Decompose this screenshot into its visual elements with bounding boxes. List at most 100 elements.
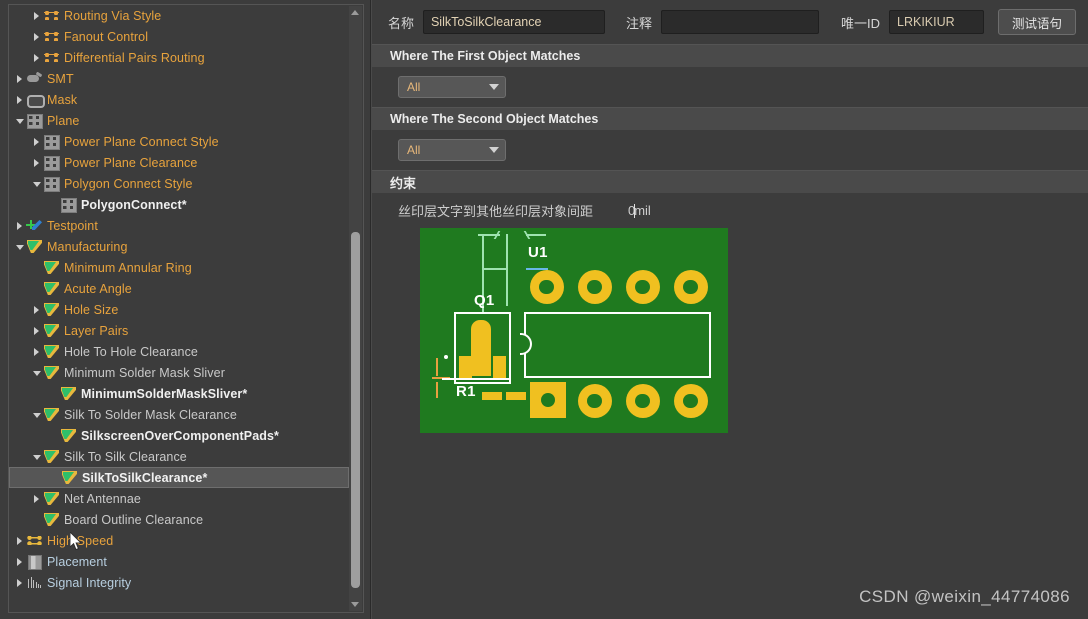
- expand-triangle-icon[interactable]: [30, 341, 43, 362]
- constraint-value-text: 0mil: [627, 203, 651, 218]
- tree-item-silk-to-solder-mask-clearance[interactable]: Silk To Solder Mask Clearance: [9, 404, 349, 425]
- rules-editor-window: Routing Via Style Fanout Control Different…: [0, 0, 1088, 619]
- tree-item-high-speed[interactable]: High Speed: [9, 530, 349, 551]
- expand-triangle-icon[interactable]: [30, 152, 43, 173]
- watermark-text: CSDN @weixin_44774086: [859, 587, 1070, 606]
- first-object-scope-select[interactable]: All: [397, 76, 506, 98]
- tree-item-label: Hole Size: [64, 302, 119, 317]
- unique-id-input[interactable]: LRKIKIUR: [889, 10, 984, 34]
- tree-vertical-scrollbar[interactable]: [348, 6, 362, 611]
- tree-item-fanout-control[interactable]: Fanout Control: [9, 26, 349, 47]
- routing-icon: [43, 29, 60, 44]
- constraint-row: 丝印层文字到其他丝印层对象间距 0mil: [372, 193, 1088, 224]
- scroll-up-icon[interactable]: [349, 6, 362, 19]
- flag-icon: [43, 260, 60, 275]
- expand-triangle-icon[interactable]: [13, 572, 26, 593]
- pcb-preview-image: U1 Q1 R1: [419, 228, 728, 433]
- scrollbar-thumb[interactable]: [350, 232, 360, 588]
- tree-item-differential-pairs-routing[interactable]: Differential Pairs Routing: [9, 47, 349, 68]
- expand-triangle-icon[interactable]: [13, 89, 26, 110]
- expand-triangle-icon[interactable]: [30, 131, 43, 152]
- expand-triangle-icon[interactable]: [13, 530, 26, 551]
- collapse-triangle-icon[interactable]: [30, 404, 43, 425]
- tree-item-hole-to-hole-clearance[interactable]: Hole To Hole Clearance: [9, 341, 349, 362]
- tree-item-mask[interactable]: Mask: [9, 89, 349, 110]
- flag-icon: [43, 281, 60, 296]
- collapse-triangle-icon[interactable]: [30, 362, 43, 383]
- expand-triangle-icon[interactable]: [30, 47, 43, 68]
- tree-item-minimum-annular-ring[interactable]: Minimum Annular Ring: [9, 257, 349, 278]
- collapse-triangle-icon[interactable]: [13, 110, 26, 131]
- second-object-scope-select[interactable]: All: [397, 139, 506, 161]
- tree-item-testpoint[interactable]: Testpoint: [9, 215, 349, 236]
- expand-triangle-icon[interactable]: [30, 488, 43, 509]
- collapse-triangle-icon[interactable]: [30, 446, 43, 467]
- mask-icon: [26, 92, 45, 108]
- tree-item-label: Board Outline Clearance: [64, 512, 204, 527]
- test-query-button[interactable]: 测试语句: [998, 9, 1076, 35]
- tree-item-signal-integrity[interactable]: Signal Integrity: [9, 572, 349, 593]
- tree-item-smt[interactable]: SMT: [9, 68, 349, 89]
- tree-item-label: SilkToSilkClearance*: [82, 470, 208, 485]
- expand-triangle-icon[interactable]: [13, 68, 26, 89]
- tree-item-label: Power Plane Clearance: [64, 155, 198, 170]
- pad-r1-right: [505, 392, 526, 400]
- text-caret: [634, 204, 636, 218]
- tree-item-plane[interactable]: Plane: [9, 110, 349, 131]
- tree-item-routing-via-style[interactable]: Routing Via Style: [9, 5, 349, 26]
- expand-triangle-icon[interactable]: [30, 5, 43, 26]
- designator-q1: Q1: [473, 292, 495, 309]
- tree-item-polygon-connect-style[interactable]: Polygon Connect Style: [9, 173, 349, 194]
- tree-item-minimum-solder-mask-sliver[interactable]: Minimum Solder Mask Sliver: [9, 362, 349, 383]
- expand-triangle-icon[interactable]: [13, 551, 26, 572]
- flag-icon: [43, 365, 60, 380]
- name-label: 名称: [387, 15, 414, 31]
- placement-icon: [26, 554, 43, 570]
- pad-r1-left: [481, 392, 502, 400]
- tree-item-label: MinimumSolderMaskSliver*: [81, 386, 248, 401]
- scroll-down-icon[interactable]: [349, 598, 362, 611]
- tree-item-board-outline-clearance[interactable]: Board Outline Clearance: [9, 509, 349, 530]
- tree-item-label: Silk To Solder Mask Clearance: [64, 407, 237, 422]
- tree-item-minimumsoldermasksliver[interactable]: MinimumSolderMaskSliver*: [9, 383, 349, 404]
- rules-tree-list[interactable]: Routing Via Style Fanout Control Different…: [9, 5, 349, 612]
- expand-triangle-icon[interactable]: [30, 299, 43, 320]
- first-object-section-header: Where The First Object Matches: [371, 44, 1088, 67]
- tree-item-label: Testpoint: [47, 218, 98, 233]
- rule-detail-panel: 名称 SilkToSilkClearance 注释 唯一ID LRKIKIUR …: [370, 0, 1088, 619]
- plane-icon: [26, 113, 43, 129]
- flag-icon: [43, 302, 60, 317]
- rule-header-row: 名称 SilkToSilkClearance 注释 唯一ID LRKIKIUR …: [372, 0, 1088, 44]
- tree-item-net-antennae[interactable]: Net Antennae: [9, 488, 349, 509]
- designator-u1: U1: [527, 244, 548, 261]
- tree-item-placement[interactable]: Placement: [9, 551, 349, 572]
- tree-item-label: Routing Via Style: [64, 8, 162, 23]
- tree-item-layer-pairs[interactable]: Layer Pairs: [9, 320, 349, 341]
- tree-item-hole-size[interactable]: Hole Size: [9, 299, 349, 320]
- expand-triangle-icon[interactable]: [13, 215, 26, 236]
- tree-item-label: SMT: [47, 71, 74, 86]
- expand-triangle-icon[interactable]: [30, 26, 43, 47]
- flag-icon: [43, 512, 60, 527]
- pad-q1-center: [470, 320, 491, 376]
- tree-item-silkscreenovercomponentpads[interactable]: SilkscreenOverComponentPads*: [9, 425, 349, 446]
- tree-item-polygonconnect[interactable]: PolygonConnect*: [9, 194, 349, 215]
- name-input[interactable]: SilkToSilkClearance: [422, 10, 605, 34]
- comment-input[interactable]: [660, 10, 819, 34]
- tree-item-silktosilkclearance[interactable]: SilkToSilkClearance*: [9, 467, 349, 488]
- routing-icon: [43, 8, 60, 23]
- tree-item-manufacturing[interactable]: Manufacturing: [9, 236, 349, 257]
- tree-item-silk-to-silk-clearance[interactable]: Silk To Silk Clearance: [9, 446, 349, 467]
- flag-icon: [26, 239, 43, 254]
- tree-item-power-plane-connect-style[interactable]: Power Plane Connect Style: [9, 131, 349, 152]
- collapse-triangle-icon[interactable]: [30, 173, 43, 194]
- tree-item-label: Minimum Annular Ring: [64, 260, 192, 275]
- tree-item-power-plane-clearance[interactable]: Power Plane Clearance: [9, 152, 349, 173]
- expand-triangle-icon[interactable]: [30, 320, 43, 341]
- constraint-value-input[interactable]: 0mil: [626, 203, 651, 218]
- tree-item-acute-angle[interactable]: Acute Angle: [9, 278, 349, 299]
- collapse-triangle-icon[interactable]: [13, 236, 26, 257]
